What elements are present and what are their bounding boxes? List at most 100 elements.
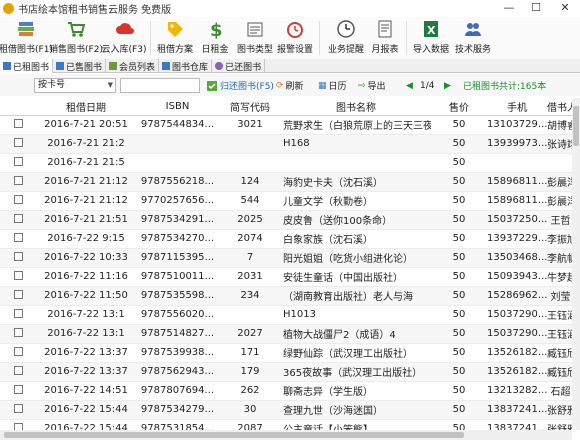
column-header[interactable]: ISBN: [136, 98, 219, 116]
table-row[interactable]: 2016-7-21 21:2 H1685013939973...张诗翊: [0, 134, 572, 154]
row-checkbox[interactable]: [13, 232, 23, 242]
table-cell: 50: [431, 381, 487, 401]
table-cell: 9787534291...: [136, 210, 219, 230]
table-row[interactable]: 2016-7-22 13:1 9787556020... H1013 50 150372…: [0, 305, 572, 325]
page-next-button[interactable]: ▶: [444, 78, 451, 93]
maximize-button[interactable]: ☐: [522, 0, 550, 17]
vertical-scrollbar[interactable]: [572, 98, 580, 430]
row-checkbox[interactable]: [13, 327, 23, 337]
table-row[interactable]: 2016-7-22 11:50 9787535598... 234 （湖南教育出版社）…: [0, 286, 572, 306]
tab-returned[interactable]: 已还图书: [212, 59, 266, 73]
table-cell: 2016-7-22 14:51: [36, 381, 136, 401]
refresh-button[interactable]: ⟳ 刷新: [276, 78, 304, 93]
import-data-button[interactable]: X 导入数据: [411, 17, 451, 59]
vertical-scroll-thumb[interactable]: [573, 106, 579, 146]
horizontal-scroll-thumb[interactable]: [4, 432, 464, 438]
calendar-button[interactable]: ▦ 日历: [318, 78, 347, 93]
table-cell: 13837241...: [487, 419, 547, 430]
return-books-button[interactable]: 归还图书(F5): [206, 78, 274, 93]
cloud-store-label: 云入库(F3): [101, 45, 147, 55]
table-cell: 3021: [219, 115, 281, 135]
table-row[interactable]: 2016-7-21 21:51 9787534291... 2025 皮皮鲁（送你10…: [0, 210, 572, 230]
table-cell: 胡博睿: [547, 115, 572, 135]
deposit-button[interactable]: $ 日租金: [195, 17, 235, 59]
page-indicator: 1/4: [420, 80, 435, 91]
table-row[interactable]: 2016-7-22 10:33 9787115395... 7 阳光姐姐（吃货小组进化…: [0, 248, 572, 268]
table-row[interactable]: 2016-7-22 9:15 9787534270... 2074 白象家族（沈石溪）…: [0, 229, 572, 249]
search-field-select[interactable]: 按卡号 ▼: [34, 78, 116, 93]
table-cell: 9787562943...: [136, 362, 219, 382]
filter-icon: [207, 80, 217, 91]
row-checkbox[interactable]: [13, 308, 23, 318]
column-header[interactable]: 售价: [431, 98, 487, 116]
column-header[interactable]: 借书人: [547, 98, 572, 116]
table-row[interactable]: 2016-7-21 21:12 9770257656... 544 儿童文学（秋勤卷）…: [0, 191, 572, 211]
column-header[interactable]: 图书名称: [281, 98, 431, 116]
table-row[interactable]: 2016-7-22 13:37 9787539938... 171 绿野仙踪（武汉理工…: [0, 343, 572, 363]
row-checkbox[interactable]: [13, 194, 23, 204]
page-prev-button[interactable]: ◀: [406, 78, 413, 93]
book-type-button[interactable]: 图书类型: [235, 17, 275, 59]
cloud-store-button[interactable]: 云入库(F3): [102, 17, 146, 59]
close-button[interactable]: ✕: [551, 0, 579, 17]
tab-rented[interactable]: 已租图书: [0, 59, 54, 73]
table-cell: H1013: [281, 305, 431, 325]
excel-icon: X: [421, 19, 441, 39]
table-cell: 张舒雅: [547, 419, 572, 430]
table-row[interactable]: 2016-7-22 15:44 9787534279... 30 查理九世（沙海迷国）…: [0, 400, 572, 420]
row-checkbox[interactable]: [13, 251, 23, 261]
minimize-button[interactable]: —: [495, 0, 523, 17]
sell-books-label: 销售图书(F2): [49, 45, 103, 55]
rent-out-button[interactable]: 租借图书(F1): [0, 17, 53, 59]
row-checkbox[interactable]: [13, 422, 23, 430]
column-header[interactable]: 简写代码: [219, 98, 281, 116]
export-button[interactable]: ⇨ 导出: [358, 78, 386, 93]
calendar-icon: ▦: [318, 80, 327, 91]
row-checkbox[interactable]: [13, 118, 23, 128]
table-row[interactable]: 2016-7-21 21:5 50: [0, 153, 572, 173]
rented-books-table: 租借日期ISBN简写代码图书名称售价手机借书人 2016-7-21 20:519…: [0, 98, 572, 430]
table-row[interactable]: 2016-7-22 15:449787531854...2087公主童话【小笨熊…: [0, 419, 572, 430]
row-checkbox[interactable]: [13, 346, 23, 356]
row-checkbox-cell: [0, 248, 36, 268]
book-stack-icon: [16, 19, 36, 39]
tab-warehouse[interactable]: 图书仓库: [159, 59, 213, 73]
table-cell: 50: [431, 248, 487, 268]
row-checkbox[interactable]: [13, 403, 23, 413]
tab-sold[interactable]: 已售图书: [53, 59, 107, 73]
table-row[interactable]: 2016-7-22 13:37 9787562943... 179 365夜故事（武汉…: [0, 362, 572, 382]
sell-books-button[interactable]: 销售图书(F2): [49, 17, 103, 59]
row-checkbox[interactable]: [13, 156, 23, 166]
row-checkbox[interactable]: [13, 213, 23, 223]
tab-members[interactable]: 会员列表: [106, 59, 160, 73]
table-cell: 50: [431, 210, 487, 230]
row-checkbox[interactable]: [13, 289, 23, 299]
table-row[interactable]: 2016-7-21 20:51 9787544834... 3021 荒野求生（白狼荒…: [0, 115, 572, 135]
horizontal-scrollbar[interactable]: [0, 430, 572, 440]
search-input[interactable]: [120, 78, 200, 93]
row-checkbox[interactable]: [13, 270, 23, 280]
column-header[interactable]: 租借日期: [36, 98, 136, 116]
tag-icon: [165, 19, 185, 39]
row-checkbox[interactable]: [13, 137, 23, 147]
column-header[interactable]: [0, 98, 36, 116]
table-row[interactable]: 2016-7-21 21:12 9787556218... 124 海豹史卡夫（沈石溪…: [0, 172, 572, 192]
table-cell: 13526182...: [487, 362, 547, 382]
table-cell: 13213282...: [487, 381, 547, 401]
table-cell: 9787531854...: [136, 419, 219, 430]
business-reminder-button[interactable]: 业务提醒: [324, 17, 368, 59]
row-checkbox[interactable]: [13, 384, 23, 394]
monthly-report-button[interactable]: 月报表: [368, 17, 402, 59]
toolbar-separator: [150, 21, 151, 55]
table-cell: 50: [431, 115, 487, 135]
row-checkbox[interactable]: [13, 365, 23, 375]
rental-plan-button[interactable]: 租借方案: [155, 17, 195, 59]
table-cell: 50: [431, 362, 487, 382]
table-row[interactable]: 2016-7-22 11:16 9787510011... 2031 安徒生童话（中国…: [0, 267, 572, 287]
table-row[interactable]: 2016-7-22 13:1 9787514827... 2027 植物大战僵尸2（成…: [0, 324, 572, 344]
row-checkbox[interactable]: [13, 175, 23, 185]
column-header[interactable]: 手机: [487, 98, 547, 116]
table-row[interactable]: 2016-7-22 14:51 9787807694... 262 聊斋志异（学生版）…: [0, 381, 572, 401]
alarm-settings-button[interactable]: 报警设置: [275, 17, 315, 59]
tech-service-button[interactable]: 技术服务: [451, 17, 495, 59]
